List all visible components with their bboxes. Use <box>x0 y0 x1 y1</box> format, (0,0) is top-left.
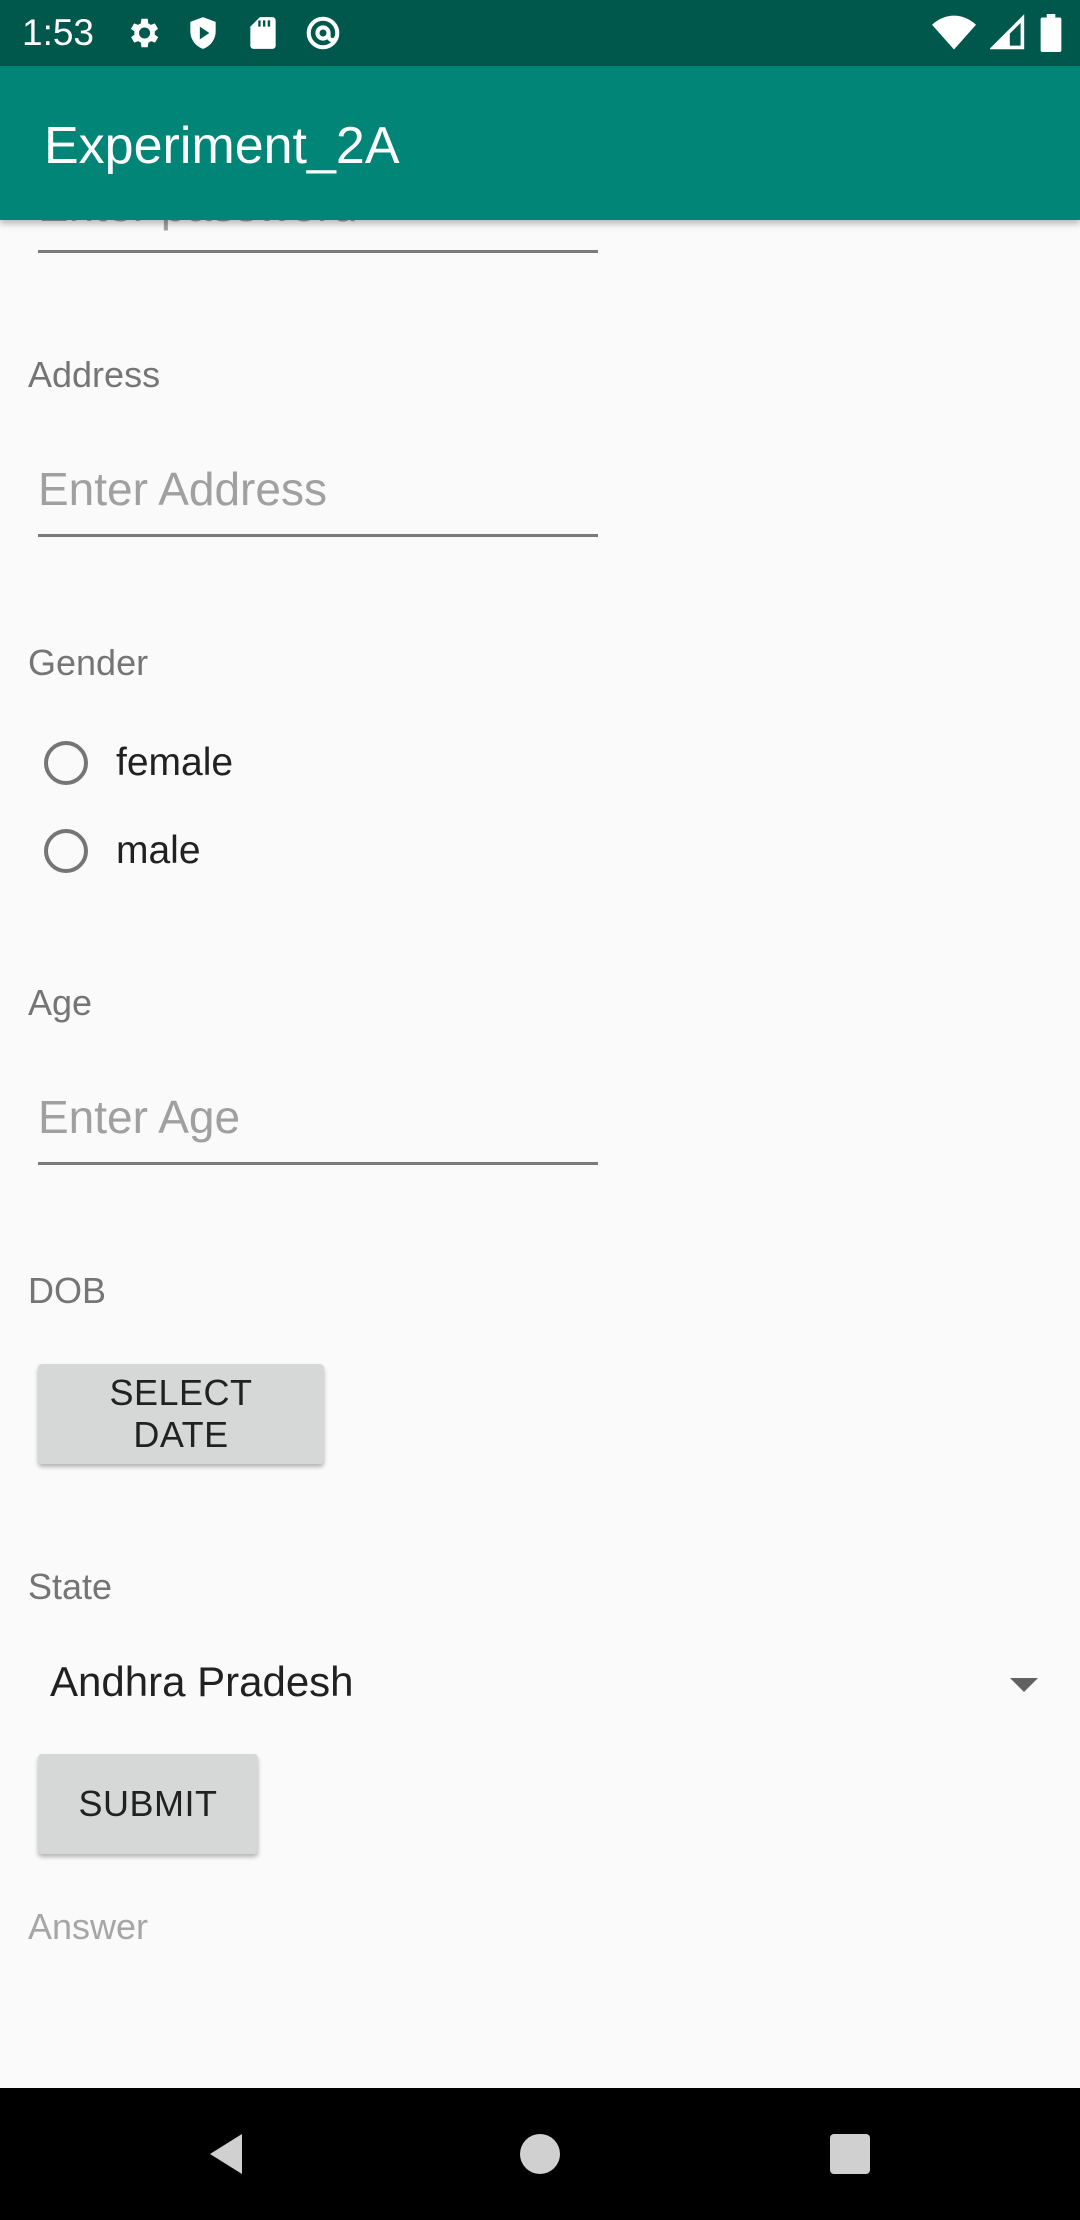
select-date-button[interactable]: SELECT DATE <box>38 1364 324 1464</box>
radio-male-label: male <box>116 829 201 872</box>
back-icon[interactable] <box>204 2130 252 2178</box>
at-sign-icon <box>306 16 340 50</box>
address-field[interactable] <box>38 444 598 537</box>
recents-icon[interactable] <box>826 2130 874 2178</box>
state-selected-value: Andhra Pradesh <box>50 1658 354 1705</box>
submit-button[interactable]: SUBMIT <box>38 1754 258 1854</box>
shield-icon <box>190 17 216 49</box>
dropdown-arrow-icon <box>1010 1678 1038 1692</box>
status-icons-left <box>124 14 342 52</box>
form-content[interactable]: Address Gender female male Age DOB SELEC… <box>0 220 1080 2088</box>
navigation-bar <box>0 2088 1080 2220</box>
answer-text: Answer <box>28 1906 149 1947</box>
battery-icon <box>1040 14 1062 52</box>
password-field[interactable] <box>38 220 598 253</box>
home-icon[interactable] <box>516 2130 564 2178</box>
app-bar: Experiment_2A <box>0 66 1080 220</box>
settings-icon <box>130 18 159 48</box>
radio-female-label: female <box>116 741 234 784</box>
app-title: Experiment_2A <box>44 117 400 175</box>
radio-female-circle[interactable] <box>44 741 88 785</box>
gender-label: Gender <box>28 642 149 683</box>
address-label: Address <box>28 354 161 395</box>
radio-male[interactable]: male <box>44 816 201 886</box>
status-icons-right <box>932 14 1062 52</box>
radio-female[interactable]: female <box>44 728 233 798</box>
age-field[interactable] <box>38 1072 598 1165</box>
status-bar: 1:53 <box>0 0 1080 66</box>
state-label: State <box>28 1566 113 1607</box>
radio-male-circle[interactable] <box>44 829 88 873</box>
wifi-icon <box>932 15 976 50</box>
age-label: Age <box>28 982 93 1023</box>
dob-label: DOB <box>28 1270 107 1311</box>
status-time: 1:53 <box>22 12 95 53</box>
sd-card-icon <box>250 17 276 49</box>
signal-icon <box>990 14 1025 50</box>
state-spinner[interactable]: Andhra Pradesh <box>28 1640 1048 1730</box>
